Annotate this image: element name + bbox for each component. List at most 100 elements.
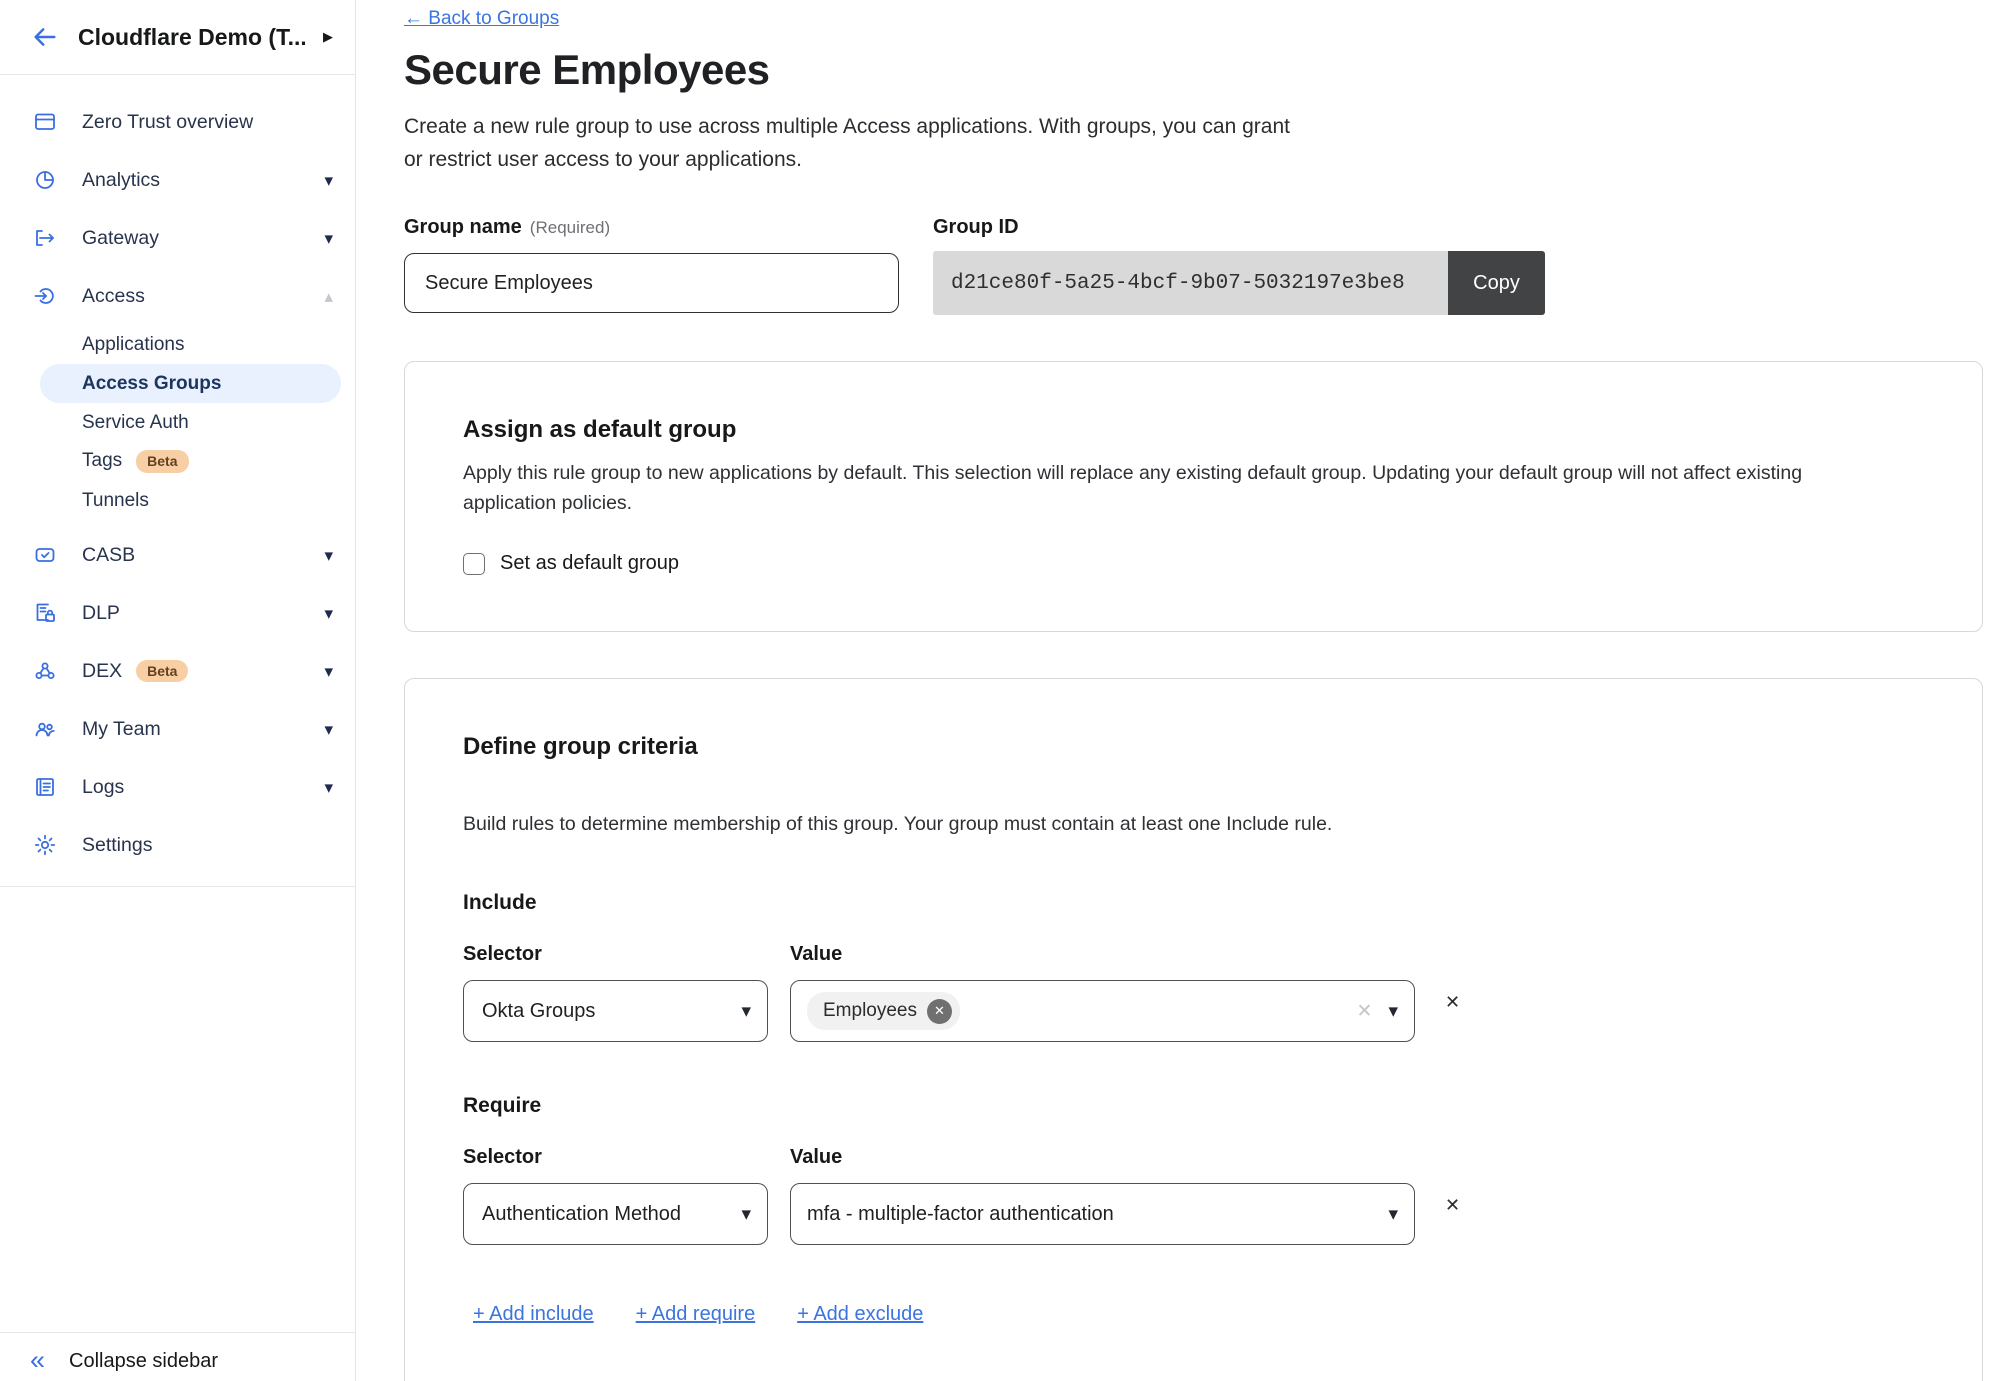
sub-item-label: Tags [82, 450, 122, 472]
group-id-value: d21ce80f-5a25-4bcf-9b07-5032197e3be8 [933, 251, 1448, 315]
page-description-line1: Create a new rule group to use across mu… [404, 110, 1784, 143]
sidebar-item-tunnels[interactable]: Tunnels [0, 481, 355, 520]
group-name-label: Group name [404, 216, 522, 238]
sidebar-item-casb[interactable]: CASB ▾ [0, 526, 355, 584]
beta-badge: Beta [136, 660, 188, 683]
collapse-sidebar-button[interactable]: « Collapse sidebar [0, 1332, 355, 1381]
sidebar-item-settings[interactable]: Settings [0, 816, 355, 874]
page-description: Create a new rule group to use across mu… [404, 110, 1784, 176]
collapse-sidebar-icon: « [30, 1347, 45, 1374]
sidebar-item-zero-trust-overview[interactable]: Zero Trust overview [0, 93, 355, 151]
account-name[interactable]: Cloudflare Demo (T... [78, 24, 305, 51]
copy-button[interactable]: Copy [1448, 251, 1545, 315]
dex-icon [32, 658, 58, 684]
sidebar-item-label: Analytics [82, 169, 300, 192]
sidebar-item-label: Access [82, 285, 300, 308]
sidebar-item-tags[interactable]: Tags Beta [0, 442, 355, 481]
add-require-link[interactable]: + Add require [636, 1303, 756, 1326]
require-selector-dropdown[interactable]: Authentication Method ▾ [463, 1183, 768, 1245]
require-labels-row: Selector Value [463, 1146, 1918, 1169]
sidebar-item-label: Logs [82, 776, 300, 799]
caret-down-icon: ▾ [324, 721, 333, 738]
sidebar-item-logs[interactable]: Logs ▾ [0, 758, 355, 816]
criteria-card-body: Build rules to determine membership of t… [463, 809, 1918, 839]
sidebar-item-access[interactable]: Access ▴ [0, 267, 355, 325]
caret-down-icon: ▾ [741, 1002, 751, 1021]
caret-down-icon: ▾ [324, 172, 333, 189]
caret-down-icon: ▾ [1388, 1205, 1398, 1224]
sidebar-item-label: My Team [82, 718, 300, 741]
group-name-input[interactable] [404, 253, 899, 313]
require-heading: Require [463, 1094, 1918, 1118]
sidebar-item-dex[interactable]: DEX Beta ▾ [0, 642, 355, 700]
sidebar-item-applications[interactable]: Applications [0, 325, 355, 364]
back-arrow-icon[interactable] [30, 22, 60, 52]
group-name-label-row: Group name(Required) [404, 216, 899, 239]
set-default-group-row: Set as default group [463, 552, 1918, 575]
sidebar-item-label: Gateway [82, 227, 300, 250]
dlp-icon [32, 600, 58, 626]
include-value-multiselect[interactable]: Employees ✕ ✕ ▾ [790, 980, 1415, 1042]
add-exclude-link[interactable]: + Add exclude [797, 1303, 923, 1326]
sidebar-item-analytics[interactable]: Analytics ▾ [0, 151, 355, 209]
sidebar-item-label: DLP [82, 602, 300, 625]
account-expand-icon[interactable]: ▶ [323, 29, 333, 45]
criteria-card: Define group criteria Build rules to det… [404, 678, 1983, 1381]
set-default-group-label: Set as default group [500, 552, 679, 575]
sub-item-label: Service Auth [82, 412, 189, 434]
gateway-icon [32, 225, 58, 251]
caret-down-icon: ▾ [324, 230, 333, 247]
default-group-card: Assign as default group Apply this rule … [404, 361, 1983, 632]
my-team-icon [32, 716, 58, 742]
require-rule-row: Authentication Method ▾ mfa - multiple-f… [463, 1183, 1918, 1245]
sidebar-item-access-groups[interactable]: Access Groups [0, 364, 355, 403]
require-value-label: Value [790, 1146, 842, 1169]
default-group-card-body: Apply this rule group to new application… [463, 458, 1918, 518]
default-group-body-line1: Apply this rule group to new application… [463, 458, 1918, 488]
back-to-groups-link[interactable]: ← Back to Groups [404, 8, 559, 30]
caret-up-icon: ▴ [324, 288, 333, 305]
include-rule-row: Okta Groups ▾ Employees ✕ ✕ ▾ ✕ [463, 980, 1918, 1042]
require-selector-value: Authentication Method [482, 1203, 681, 1226]
sidebar: Cloudflare Demo (T... ▶ Zero Trust overv… [0, 0, 356, 1381]
group-id-field-group: Group ID d21ce80f-5a25-4bcf-9b07-5032197… [933, 216, 1545, 315]
chip-remove-icon[interactable]: ✕ [927, 999, 952, 1024]
sidebar-item-label: CASB [82, 544, 300, 567]
caret-down-icon: ▾ [324, 663, 333, 680]
remove-include-rule-icon[interactable]: ✕ [1445, 993, 1460, 1011]
access-sub-menu: Applications Access Groups Service Auth … [0, 325, 355, 520]
active-item-pill: Access Groups [40, 364, 341, 403]
access-icon [32, 283, 58, 309]
sub-item-label: Applications [82, 334, 184, 356]
sidebar-item-label: Zero Trust overview [82, 111, 333, 134]
sidebar-item-gateway[interactable]: Gateway ▾ [0, 209, 355, 267]
sidebar-item-dlp[interactable]: DLP ▾ [0, 584, 355, 642]
main-content: ← Back to Groups Secure Employees Create… [356, 0, 1999, 1381]
group-id-row: d21ce80f-5a25-4bcf-9b07-5032197e3be8 Cop… [933, 251, 1545, 315]
casb-icon [32, 542, 58, 568]
caret-down-icon: ▾ [324, 605, 333, 622]
set-default-group-checkbox[interactable] [463, 553, 485, 575]
caret-down-icon: ▾ [741, 1205, 751, 1224]
add-include-link[interactable]: + Add include [473, 1303, 594, 1326]
caret-down-icon: ▾ [324, 779, 333, 796]
value-chip-label: Employees [823, 1000, 917, 1022]
criteria-card-title: Define group criteria [463, 733, 1918, 761]
include-selector-label: Selector [463, 943, 768, 966]
beta-badge: Beta [136, 450, 188, 473]
require-value-dropdown[interactable]: mfa - multiple-factor authentication ▾ [790, 1183, 1415, 1245]
remove-require-rule-icon[interactable]: ✕ [1445, 1196, 1460, 1214]
clear-value-icon[interactable]: ✕ [1357, 1000, 1373, 1023]
sidebar-item-service-auth[interactable]: Service Auth [0, 403, 355, 442]
default-group-body-line2: application policies. [463, 488, 1918, 518]
group-name-field-group: Group name(Required) [404, 216, 899, 315]
default-group-card-title: Assign as default group [463, 416, 1918, 444]
analytics-icon [32, 167, 58, 193]
sidebar-item-label: DEX Beta [82, 660, 300, 683]
include-heading: Include [463, 891, 1918, 915]
caret-down-icon: ▾ [324, 547, 333, 564]
sidebar-item-my-team[interactable]: My Team ▾ [0, 700, 355, 758]
include-selector-dropdown[interactable]: Okta Groups ▾ [463, 980, 768, 1042]
sidebar-nav: Zero Trust overview Analytics ▾ Gateway … [0, 75, 355, 1332]
caret-down-icon: ▾ [1388, 1002, 1398, 1021]
